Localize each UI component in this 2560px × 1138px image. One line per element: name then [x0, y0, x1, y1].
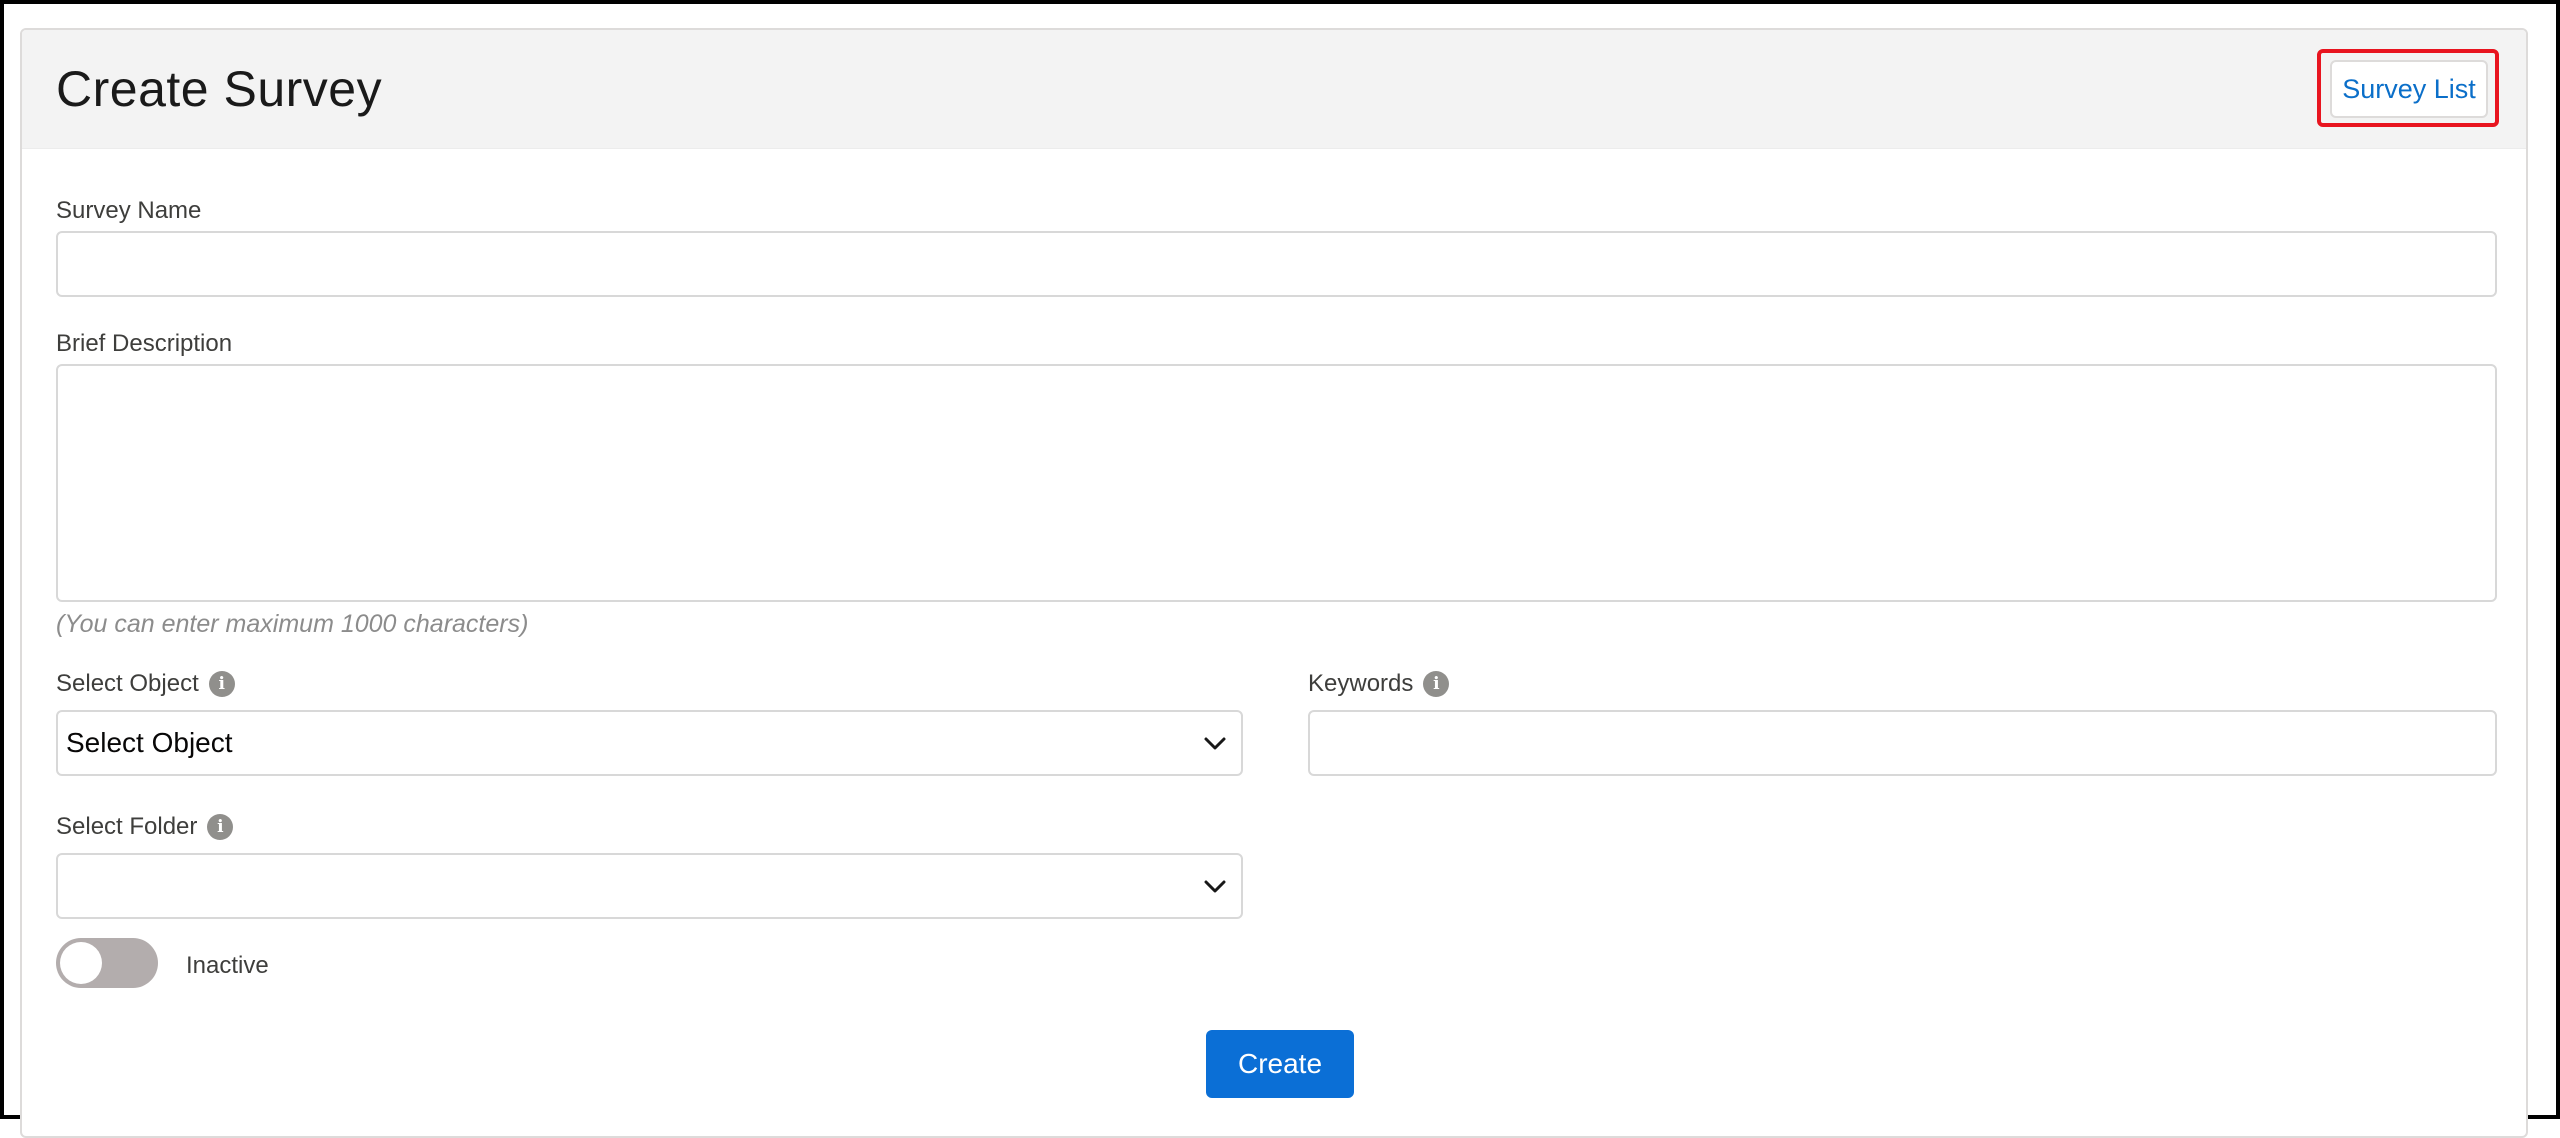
keywords-input[interactable]	[1308, 710, 2497, 776]
keywords-label: Keywords i	[1308, 670, 1450, 698]
select-object-label-text: Select Object	[56, 670, 199, 697]
select-folder-label-text: Select Folder	[56, 813, 198, 840]
keywords-label-text: Keywords	[1308, 670, 1414, 697]
toggle-status-label: Inactive	[186, 952, 269, 979]
info-icon[interactable]: i	[1423, 671, 1450, 697]
brief-description-label: Brief Description	[56, 330, 232, 358]
info-icon[interactable]: i	[208, 671, 235, 697]
select-object-dropdown[interactable]: Select Object	[56, 710, 1243, 776]
toggle-knob	[60, 942, 102, 984]
select-folder-dropdown[interactable]	[56, 853, 1243, 919]
survey-name-label-text: Survey Name	[56, 197, 202, 224]
description-helper-text: (You can enter maximum 1000 characters)	[56, 610, 529, 638]
info-icon[interactable]: i	[207, 814, 234, 840]
card-header: Create Survey Survey List	[22, 30, 2526, 149]
create-survey-card: Create Survey Survey List Survey Name Br…	[20, 28, 2528, 1138]
page-title: Create Survey	[56, 61, 383, 117]
select-folder-label: Select Folder i	[56, 813, 234, 841]
chevron-down-icon	[1201, 872, 1229, 900]
chevron-down-icon	[1201, 729, 1229, 757]
window-frame: Create Survey Survey List Survey Name Br…	[0, 0, 2560, 1138]
create-button[interactable]: Create	[1206, 1030, 1354, 1098]
survey-name-input[interactable]	[56, 231, 2497, 297]
survey-list-button[interactable]: Survey List	[2330, 60, 2488, 118]
brief-description-label-text: Brief Description	[56, 330, 233, 357]
select-object-value: Select Object	[66, 727, 233, 758]
brief-description-textarea[interactable]	[56, 364, 2497, 602]
active-toggle[interactable]	[56, 938, 158, 988]
survey-name-label: Survey Name	[56, 197, 201, 225]
select-object-label: Select Object i	[56, 670, 235, 698]
